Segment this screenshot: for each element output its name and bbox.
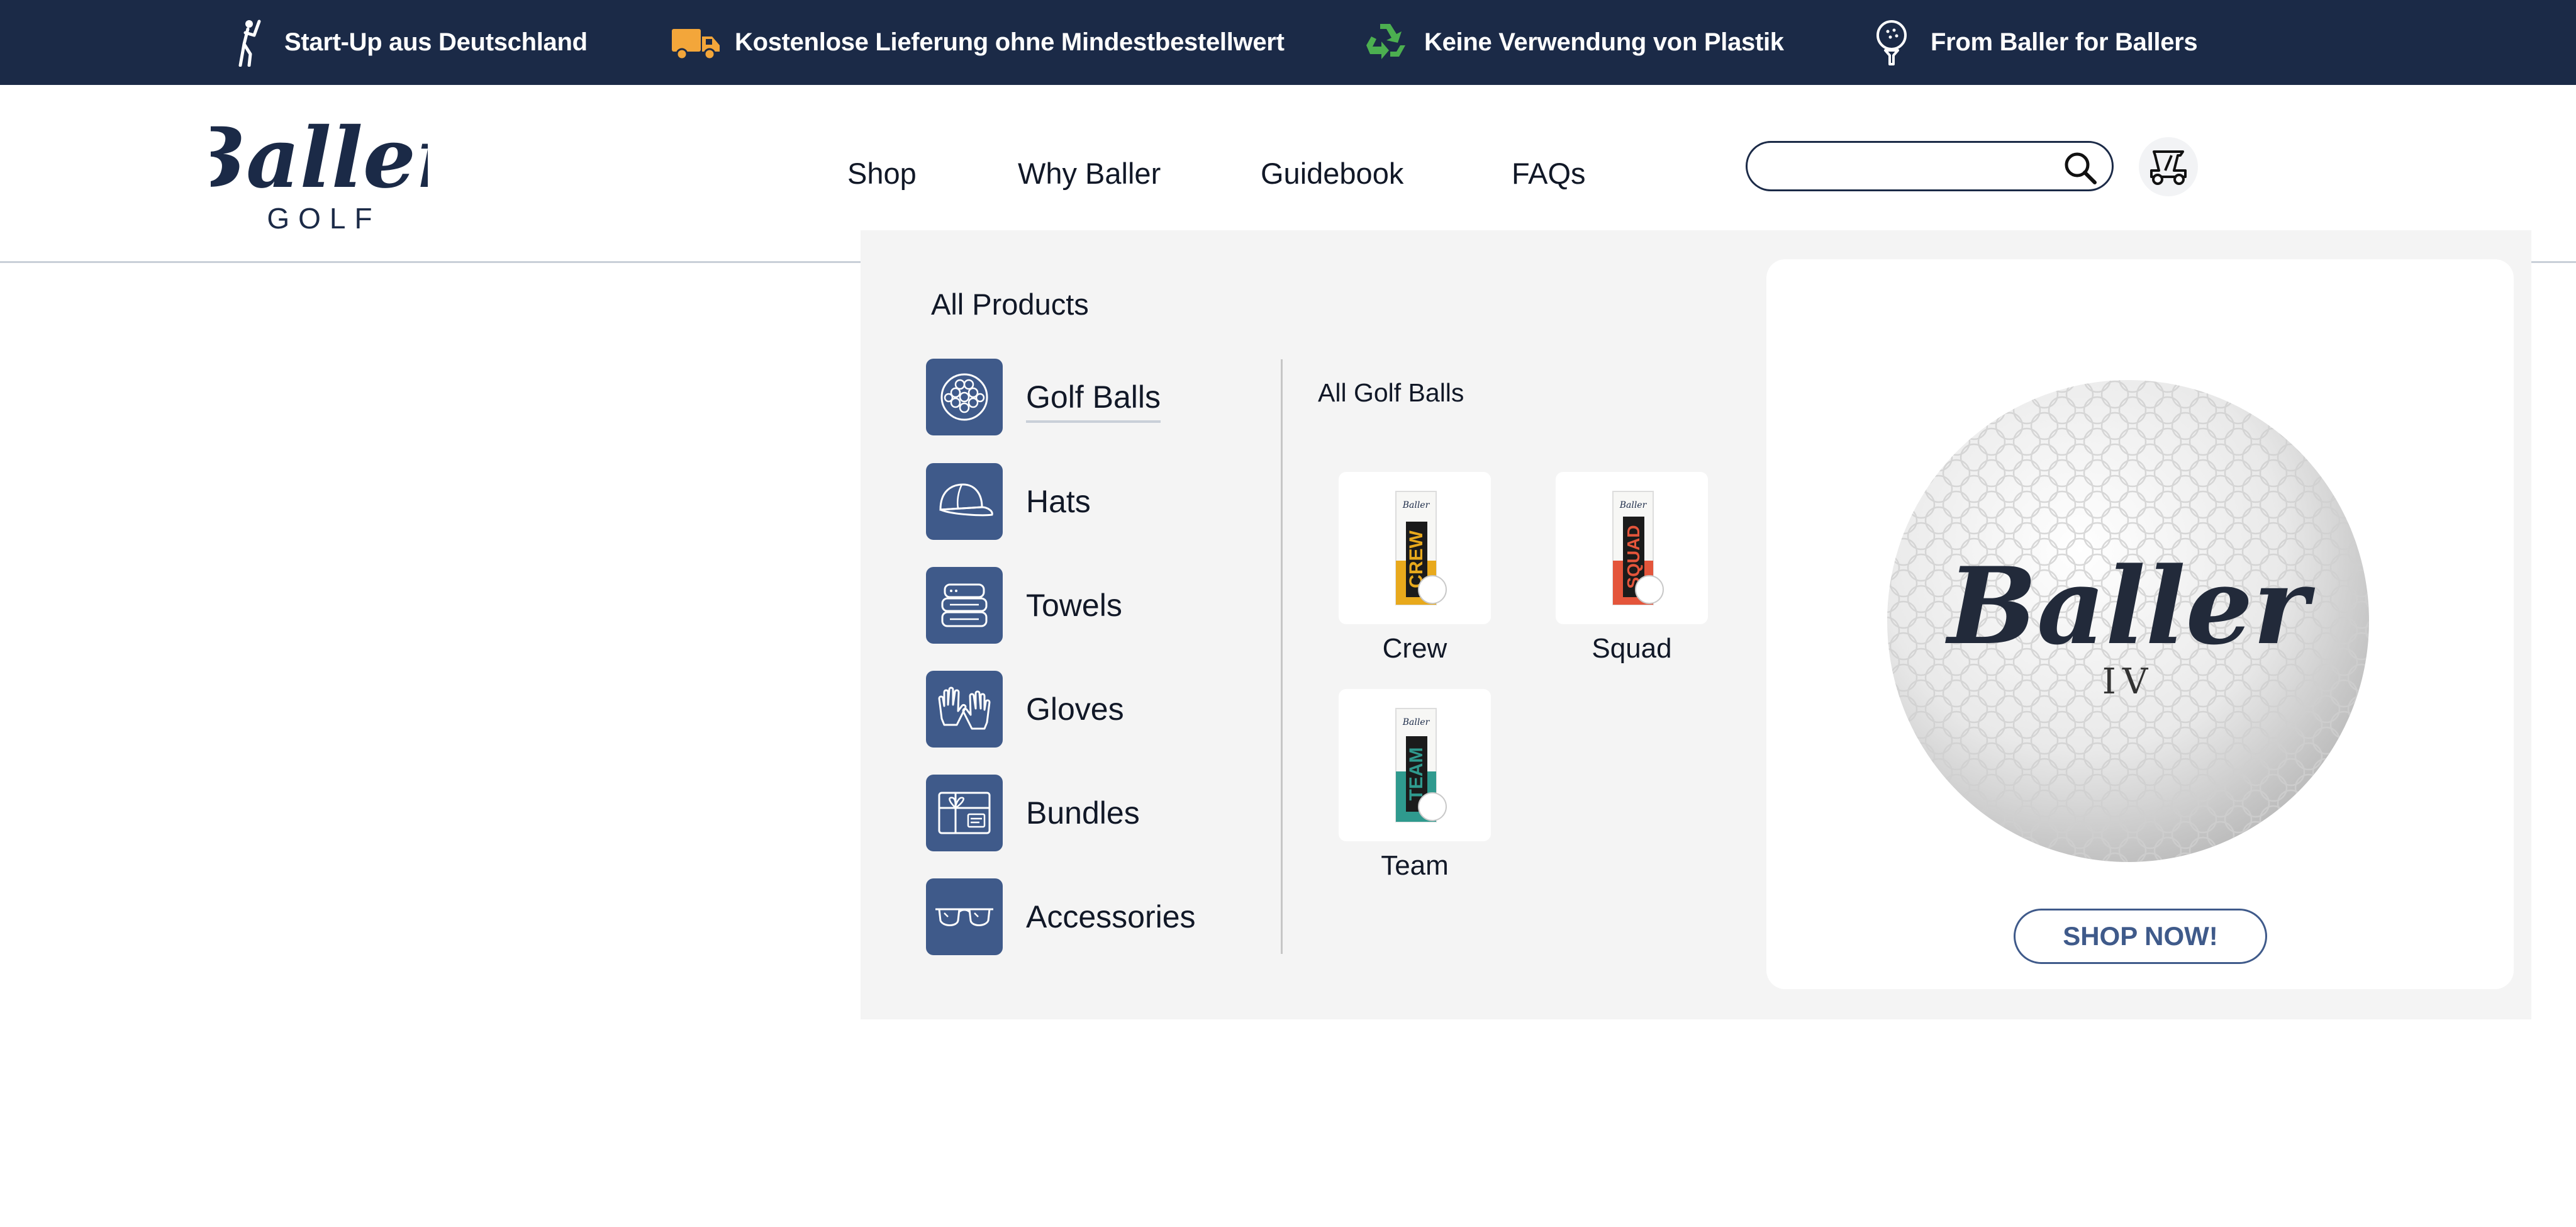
cap-icon bbox=[926, 463, 1003, 540]
product-image: SQUAD Baller bbox=[1556, 472, 1708, 624]
category-label: Accessories bbox=[1026, 899, 1196, 934]
svg-text:Baller: Baller bbox=[1619, 500, 1648, 510]
svg-text:Baller: Baller bbox=[1402, 500, 1430, 510]
category-label: Golf Balls bbox=[1026, 379, 1161, 423]
towel-icon bbox=[926, 567, 1003, 644]
golf-ball-icon bbox=[926, 359, 1003, 435]
usp-text: Keine Verwendung von Plastik bbox=[1424, 28, 1784, 56]
category-label: Bundles bbox=[1026, 795, 1140, 831]
usp-startup: Start-Up aus Deutschland bbox=[220, 0, 588, 85]
menu-divider bbox=[1281, 359, 1283, 954]
featured-product-card: Baller IV SHOP NOW! bbox=[1766, 259, 2514, 989]
usp-delivery: Kostenlose Lieferung ohne Mindestbestell… bbox=[671, 0, 1285, 85]
category-gloves[interactable]: Gloves bbox=[926, 671, 1124, 748]
usp-text: From Baller for Ballers bbox=[1931, 28, 2198, 56]
nav-why-baller[interactable]: Why Baller bbox=[1018, 156, 1161, 191]
product-name: Team bbox=[1381, 850, 1449, 881]
usp-ballers: From Baller for Ballers bbox=[1866, 0, 2198, 85]
all-products-link[interactable]: All Products bbox=[931, 287, 1089, 322]
category-label: Hats bbox=[1026, 484, 1091, 519]
product-team[interactable]: TEAM Baller Team bbox=[1339, 689, 1491, 882]
golf-ball-image[interactable]: Baller IV bbox=[1886, 379, 2370, 863]
category-accessories[interactable]: Accessories bbox=[926, 878, 1196, 955]
svg-text:TEAM: TEAM bbox=[1406, 748, 1427, 801]
gloves-icon bbox=[926, 671, 1003, 748]
search-icon[interactable] bbox=[2063, 150, 2098, 186]
usp-plastic: Keine Verwendung von Plastik bbox=[1360, 0, 1784, 85]
search-input[interactable] bbox=[1766, 149, 2056, 184]
product-image: CREW Baller bbox=[1339, 472, 1491, 624]
usp-text: Start-Up aus Deutschland bbox=[284, 28, 588, 56]
category-label: Towels bbox=[1026, 588, 1122, 623]
usp-text: Kostenlose Lieferung ohne Mindestbestell… bbox=[735, 28, 1285, 56]
product-name: Crew bbox=[1382, 633, 1447, 664]
nav-shop[interactable]: Shop bbox=[847, 156, 917, 191]
announcement-bar: Start-Up aus Deutschland Kostenlose Lief… bbox=[0, 0, 2576, 85]
category-label: Gloves bbox=[1026, 692, 1124, 727]
svg-text:IV: IV bbox=[2102, 661, 2155, 702]
golf-cart-icon bbox=[2146, 145, 2190, 189]
category-bundles[interactable]: Bundles bbox=[926, 775, 1140, 851]
sunglasses-icon bbox=[926, 878, 1003, 955]
baller-golf-logo[interactable]: Baller GOLF bbox=[174, 109, 465, 236]
golfer-icon bbox=[220, 18, 270, 68]
nav-faqs[interactable]: FAQs bbox=[1512, 156, 1586, 191]
recycle-icon bbox=[1360, 18, 1410, 68]
product-squad[interactable]: SQUAD Baller Squad bbox=[1556, 472, 1708, 664]
search-box bbox=[1746, 141, 2114, 191]
all-golf-balls-link[interactable]: All Golf Balls bbox=[1318, 378, 1464, 408]
cart-button[interactable] bbox=[2139, 137, 2198, 196]
product-name: Squad bbox=[1592, 633, 1672, 664]
gift-box-icon bbox=[926, 775, 1003, 851]
product-image: TEAM Baller bbox=[1339, 689, 1491, 841]
svg-text:Baller: Baller bbox=[211, 110, 428, 207]
nav-guidebook[interactable]: Guidebook bbox=[1261, 156, 1403, 191]
delivery-truck-icon bbox=[671, 18, 721, 68]
shop-now-button[interactable]: SHOP NOW! bbox=[2014, 909, 2267, 964]
category-golf-balls[interactable]: Golf Balls bbox=[926, 359, 1161, 435]
category-towels[interactable]: Towels bbox=[926, 567, 1122, 644]
svg-text:Baller: Baller bbox=[1402, 717, 1430, 727]
golf-ball-on-tee-icon bbox=[1866, 18, 1917, 68]
svg-text:GOLF: GOLF bbox=[267, 202, 381, 235]
shop-mega-menu: All Products Golf Balls Hats Towels Glov… bbox=[861, 230, 2531, 1019]
product-crew[interactable]: CREW Baller Crew bbox=[1339, 472, 1491, 664]
category-hats[interactable]: Hats bbox=[926, 463, 1091, 540]
svg-text:Baller: Baller bbox=[1945, 544, 2315, 668]
